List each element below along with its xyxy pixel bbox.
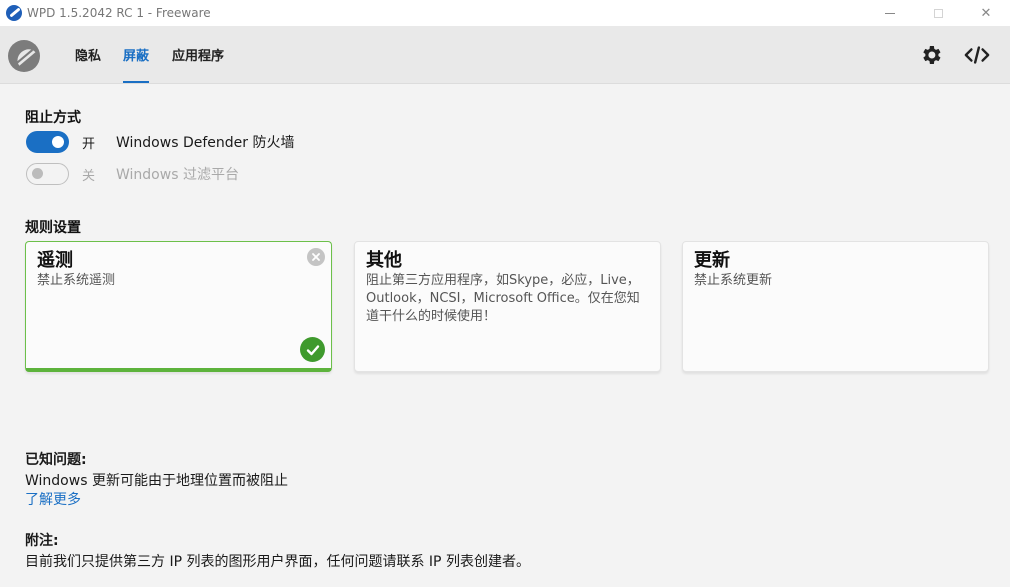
tab-blocking[interactable]: 屏蔽: [123, 26, 150, 83]
tab-apps[interactable]: 应用程序: [172, 26, 224, 83]
toggle-label: Windows Defender 防火墙: [116, 135, 295, 151]
tab-privacy[interactable]: 隐私: [75, 26, 101, 83]
minimize-icon: [885, 12, 895, 14]
close-icon: ✕: [980, 5, 992, 21]
firewall-toggle[interactable]: [26, 131, 69, 153]
code-icon[interactable]: [964, 42, 990, 68]
learn-more-link[interactable]: 了解更多: [25, 489, 81, 509]
close-icon[interactable]: [307, 248, 325, 266]
minimize-button[interactable]: [866, 0, 914, 26]
toggle-state-label: 开: [82, 136, 96, 152]
card-title: 遥测: [37, 250, 73, 271]
toggle-state-label: 关: [82, 168, 96, 184]
rule-card-telemetry[interactable]: 遥测 禁止系统遥测: [25, 241, 332, 372]
rule-card-updates[interactable]: 更新 禁止系统更新: [682, 241, 989, 372]
title-bar: WPD 1.5.2042 RC 1 - Freeware ✕: [0, 0, 1010, 26]
blocking-method-title: 阻止方式: [25, 110, 81, 126]
toggle-label: Windows 过滤平台: [116, 167, 239, 183]
rules-settings-title: 规则设置: [25, 220, 81, 236]
close-button[interactable]: ✕: [962, 0, 1010, 26]
known-issues-title: 已知问题:: [25, 452, 87, 468]
rule-card-other[interactable]: 其他 阻止第三方应用程序，如Skype，必应，Live，Outlook，NCSI…: [354, 241, 661, 372]
toggle-row-wfp: 关 Windows 过滤平台: [26, 163, 239, 185]
maximize-button[interactable]: [914, 0, 962, 26]
notes-text: 目前我们只提供第三方 IP 列表的图形用户界面，任何问题请联系 IP 列表创建者…: [25, 554, 530, 570]
wpd-logo-icon: [8, 40, 40, 72]
card-title: 其他: [366, 250, 402, 271]
app-logo-icon: [6, 5, 22, 21]
card-description: 禁止系统遥测: [37, 273, 116, 288]
known-issues-text: Windows 更新可能由于地理位置而被阻止: [25, 473, 288, 489]
card-description: 禁止系统更新: [694, 273, 773, 288]
card-description: 阻止第三方应用程序，如Skype，必应，Live，Outlook，NCSI，Mi…: [366, 273, 640, 324]
wfp-toggle[interactable]: [26, 163, 69, 185]
checkmark-icon: [300, 337, 325, 362]
gear-icon[interactable]: [918, 42, 944, 68]
header: 隐私 屏蔽 应用程序: [0, 26, 1010, 84]
toggle-row-firewall: 开 Windows Defender 防火墙: [26, 131, 294, 153]
card-title: 更新: [694, 250, 730, 271]
notes-title: 附注:: [25, 533, 59, 549]
window-controls: ✕: [866, 0, 1010, 26]
maximize-icon: [933, 8, 943, 18]
window-title: WPD 1.5.2042 RC 1 - Freeware: [27, 6, 211, 20]
